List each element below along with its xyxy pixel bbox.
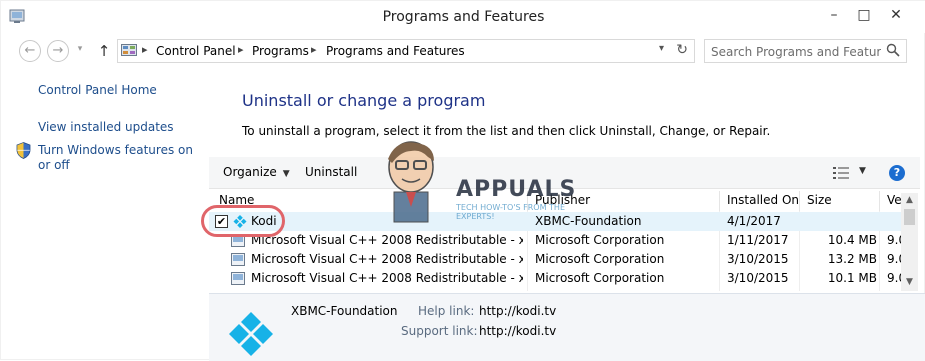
- program-name: Microsoft Visual C++ 2008 Redistributabl…: [251, 233, 523, 247]
- installer-icon: [231, 272, 245, 285]
- command-toolbar: Organize ▼ Uninstall ▼ ?: [209, 157, 920, 189]
- program-size: 10.1 MB: [827, 271, 877, 285]
- table-row[interactable]: ✔ Kodi XBMC-Foundation 4/1/2017: [209, 212, 901, 231]
- chevron-down-icon: ▼: [859, 166, 866, 176]
- details-publisher: XBMC-Foundation: [291, 304, 398, 318]
- program-name: Microsoft Visual C++ 2008 Redistributabl…: [251, 271, 523, 285]
- breadcrumb-programs[interactable]: Programs: [252, 44, 309, 58]
- program-publisher: Microsoft Corporation: [535, 233, 665, 247]
- program-installed-on: 1/11/2017: [727, 233, 789, 247]
- page-title: Uninstall or change a program: [242, 91, 486, 110]
- up-arrow-icon: ↑: [97, 42, 111, 60]
- table-row[interactable]: Microsoft Visual C++ 2008 Redistributabl…: [209, 269, 901, 288]
- vertical-scrollbar[interactable]: ▲ ▼: [901, 193, 918, 291]
- column-header-publisher[interactable]: Publisher: [535, 193, 590, 207]
- kodi-logo-icon: [229, 312, 273, 356]
- title-bar: Programs and Features – □ ✕: [1, 1, 925, 33]
- window-title: Programs and Features: [382, 9, 545, 25]
- program-name: Microsoft Visual C++ 2008 Redistributabl…: [251, 252, 523, 266]
- chevron-down-icon: ▾: [77, 44, 83, 54]
- minimize-button[interactable]: –: [819, 1, 849, 29]
- program-publisher: Microsoft Corporation: [535, 271, 665, 285]
- address-dropdown-button[interactable]: ▾: [659, 43, 664, 54]
- scrollbar-thumb[interactable]: [904, 209, 915, 225]
- programs-and-features-window: Programs and Features – □ ✕ ← → ▾ ↑ ▸ Co…: [0, 0, 925, 361]
- back-button[interactable]: ←: [19, 40, 41, 62]
- program-size: 10.4 MB: [827, 233, 877, 247]
- program-installed-on: 4/1/2017: [727, 214, 781, 228]
- table-row[interactable]: Microsoft Visual C++ 2008 Redistributabl…: [209, 250, 901, 269]
- breadcrumb-programs-and-features[interactable]: Programs and Features: [326, 44, 465, 58]
- control-panel-icon: [121, 44, 137, 56]
- program-list: ✔ Kodi XBMC-Foundation 4/1/2017 Microsof…: [209, 211, 901, 291]
- breadcrumb-separator[interactable]: ▸: [238, 43, 244, 56]
- kodi-highlight-annotation: [201, 205, 285, 237]
- chevron-down-icon: ▼: [282, 169, 290, 179]
- maximize-button[interactable]: □: [849, 1, 879, 29]
- breadcrumb-separator[interactable]: ▸: [142, 43, 148, 56]
- recent-locations-dropdown[interactable]: ▾: [73, 40, 87, 62]
- forward-arrow-icon: →: [52, 43, 64, 58]
- main-content: Uninstall or change a program To uninsta…: [209, 67, 925, 361]
- column-header-version[interactable]: Ve: [887, 193, 902, 207]
- scroll-up-button[interactable]: ▲: [901, 195, 918, 205]
- help-link[interactable]: http://kodi.tv: [479, 304, 556, 318]
- program-version: 9.0: [887, 271, 901, 285]
- search-icon[interactable]: [886, 43, 900, 57]
- help-link-label: Help link:: [418, 304, 475, 318]
- refresh-icon: ↻: [676, 42, 688, 58]
- forward-button[interactable]: →: [47, 40, 69, 62]
- close-button[interactable]: ✕: [881, 1, 911, 29]
- support-link[interactable]: http://kodi.tv: [479, 324, 556, 338]
- column-headers: Name Publisher Installed On Size Ve: [209, 191, 920, 211]
- navigation-bar: ← → ▾ ↑ ▸ Control Panel ▸ Programs ▸ Pro…: [1, 37, 925, 65]
- view-options-dropdown[interactable]: ▼: [859, 166, 866, 176]
- scroll-down-button[interactable]: ▼: [901, 277, 918, 287]
- change-view-icon[interactable]: [833, 166, 849, 180]
- refresh-button[interactable]: ↻: [676, 42, 688, 58]
- uninstall-button[interactable]: Uninstall: [305, 165, 357, 179]
- view-installed-updates-link[interactable]: View installed updates: [38, 120, 174, 134]
- left-task-panel: Control Panel Home View installed update…: [1, 67, 209, 361]
- column-divider[interactable]: [799, 191, 800, 211]
- program-size: 13.2 MB: [827, 252, 877, 266]
- program-installed-on: 3/10/2015: [727, 252, 789, 266]
- turn-windows-features-link[interactable]: Turn Windows features on or off: [38, 143, 198, 173]
- column-divider[interactable]: [879, 191, 880, 211]
- organize-label: Organize: [223, 165, 277, 179]
- program-installed-on: 3/10/2015: [727, 271, 789, 285]
- installer-icon: [231, 253, 245, 266]
- chevron-down-icon: ▾: [658, 43, 664, 54]
- shield-icon: [16, 142, 31, 159]
- back-arrow-icon: ←: [24, 43, 36, 58]
- program-version: 9.0: [887, 252, 901, 266]
- search-input[interactable]: [711, 43, 881, 60]
- organize-button[interactable]: Organize ▼: [223, 165, 290, 179]
- address-bar[interactable]: ▸ Control Panel ▸ Programs ▸ Programs an…: [117, 39, 695, 63]
- details-pane: XBMC-Foundation Help link: http://kodi.t…: [209, 293, 925, 361]
- search-box[interactable]: [704, 39, 907, 63]
- column-header-installed-on[interactable]: Installed On: [727, 193, 799, 207]
- program-publisher: XBMC-Foundation: [535, 214, 642, 228]
- breadcrumb-control-panel[interactable]: Control Panel: [156, 44, 236, 58]
- help-button[interactable]: ?: [889, 165, 905, 181]
- column-divider[interactable]: [719, 191, 720, 211]
- breadcrumb-separator[interactable]: ▸: [311, 43, 317, 56]
- program-publisher: Microsoft Corporation: [535, 252, 665, 266]
- program-version: 9.0: [887, 233, 901, 247]
- column-header-size[interactable]: Size: [807, 193, 832, 207]
- up-button[interactable]: ↑: [95, 40, 113, 62]
- control-panel-home-link[interactable]: Control Panel Home: [38, 83, 157, 97]
- column-divider[interactable]: [527, 191, 528, 211]
- support-link-label: Support link:: [401, 324, 478, 338]
- instructions-text: To uninstall a program, select it from t…: [242, 124, 771, 138]
- table-row[interactable]: Microsoft Visual C++ 2008 Redistributabl…: [209, 231, 901, 250]
